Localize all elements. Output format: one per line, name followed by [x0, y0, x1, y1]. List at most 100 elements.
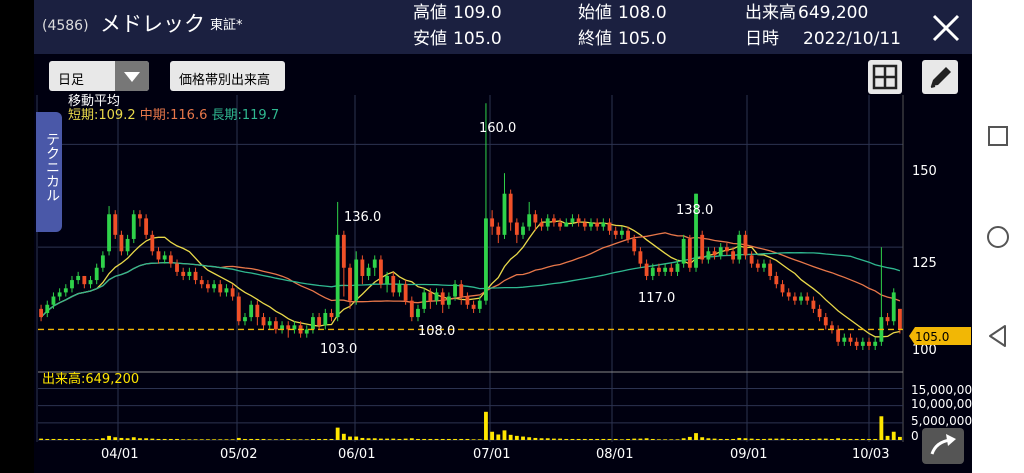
volume-bar: [564, 438, 569, 440]
candle-body: [607, 222, 612, 231]
home-icon[interactable]: [985, 224, 1011, 250]
candle-body: [570, 218, 575, 223]
volume-tick-label: 0: [911, 429, 919, 443]
candle-body: [502, 193, 507, 235]
volume-bar: [428, 438, 433, 440]
volume-bar: [768, 438, 773, 440]
volume-bar: [860, 438, 865, 440]
annotation-label: 117.0: [638, 291, 675, 306]
candle-body: [539, 222, 544, 227]
volume-bar: [385, 438, 390, 440]
candle-body: [650, 267, 655, 276]
volume-bar: [786, 438, 791, 440]
period-select[interactable]: 日足: [49, 61, 149, 91]
volume-bar: [514, 435, 519, 440]
volume-bar: [508, 434, 513, 440]
volume-bar: [854, 438, 859, 440]
candle-body: [267, 321, 272, 326]
candle-body: [144, 218, 149, 235]
candle-body: [718, 247, 723, 256]
volume-bar: [261, 438, 266, 440]
ma-long-label: 長期:119.7: [211, 108, 280, 123]
candle-body: [125, 238, 130, 252]
volume-bar: [446, 438, 451, 440]
volume-bar: [570, 438, 575, 440]
layout-button[interactable]: [868, 60, 902, 94]
volume-bar: [348, 436, 352, 440]
volume-bar: [45, 438, 50, 440]
volume-bar: [366, 438, 371, 440]
volume-bar: [378, 438, 383, 440]
candle-body: [416, 308, 420, 318]
candle-body: [521, 226, 525, 235]
volume-bar: [453, 438, 457, 440]
volume-bar: [39, 438, 44, 440]
candle-body: [459, 284, 464, 297]
volume-by-price-button[interactable]: 価格帯別出来高: [170, 61, 285, 91]
candle-body: [175, 263, 179, 272]
volume-bar: [119, 437, 124, 440]
edit-button[interactable]: [922, 60, 958, 94]
volume-bar: [88, 439, 93, 440]
volume-bar: [799, 438, 803, 440]
candle-body: [780, 284, 785, 293]
x-tick-label: 10/03: [852, 447, 889, 462]
volume-bar: [502, 430, 507, 440]
expand-button[interactable]: [922, 428, 964, 464]
candle-body: [823, 317, 828, 326]
candle-body: [63, 288, 68, 293]
candle-body: [156, 251, 161, 260]
candle-body: [403, 284, 408, 301]
volume-bar: [354, 436, 359, 440]
candle-body: [644, 263, 649, 276]
volume-bar: [527, 437, 532, 440]
candle-body: [706, 251, 711, 260]
volume-tick-label: 15,000,000: [911, 383, 980, 397]
volume-bar: [811, 438, 816, 440]
candle-body: [255, 304, 260, 318]
volume-bar: [638, 438, 643, 440]
volume-bar: [311, 438, 315, 440]
technical-tab[interactable]: テクニカル: [36, 112, 62, 232]
candle-body: [181, 271, 186, 276]
candle-body: [230, 288, 235, 297]
volume-bar: [657, 439, 661, 440]
candle-body: [885, 317, 890, 322]
candle-body: [484, 218, 488, 301]
candle-body: [76, 275, 81, 281]
candle-body: [589, 222, 593, 227]
volume-bar: [341, 433, 346, 440]
candle-body: [428, 292, 433, 301]
candle-body: [786, 292, 791, 297]
recent-apps-icon[interactable]: [986, 124, 1010, 148]
volume-bar: [669, 439, 674, 440]
candle-body: [873, 341, 878, 346]
candle-body: [236, 296, 241, 322]
volume-bar: [780, 438, 785, 440]
candle-body: [601, 222, 606, 227]
volume-bar: [551, 438, 556, 440]
candle-body: [613, 230, 618, 235]
volume-bar: [82, 438, 87, 440]
candle-body: [527, 214, 532, 227]
volume-bar: [675, 439, 680, 440]
volume-bar: [304, 439, 309, 440]
candle-body: [348, 267, 352, 301]
candle-body: [897, 308, 902, 330]
candle-body: [311, 317, 315, 330]
volume-bar: [644, 438, 649, 440]
candle-body: [94, 267, 99, 281]
candle-body: [446, 296, 451, 305]
volume-bar: [267, 439, 272, 440]
moving-average-values: 短期:109.2 中期:116.6 長期:119.7: [68, 109, 279, 122]
candle-body: [558, 222, 563, 227]
volume-bar: [94, 438, 99, 440]
back-icon[interactable]: [986, 323, 1010, 349]
volume-bar: [867, 438, 871, 440]
volume-bar: [243, 438, 247, 440]
volume-bar: [57, 438, 62, 440]
volume-bar: [459, 438, 464, 440]
volume-bar: [731, 438, 736, 440]
volume-bar: [205, 439, 210, 440]
volume-bar: [632, 438, 637, 440]
